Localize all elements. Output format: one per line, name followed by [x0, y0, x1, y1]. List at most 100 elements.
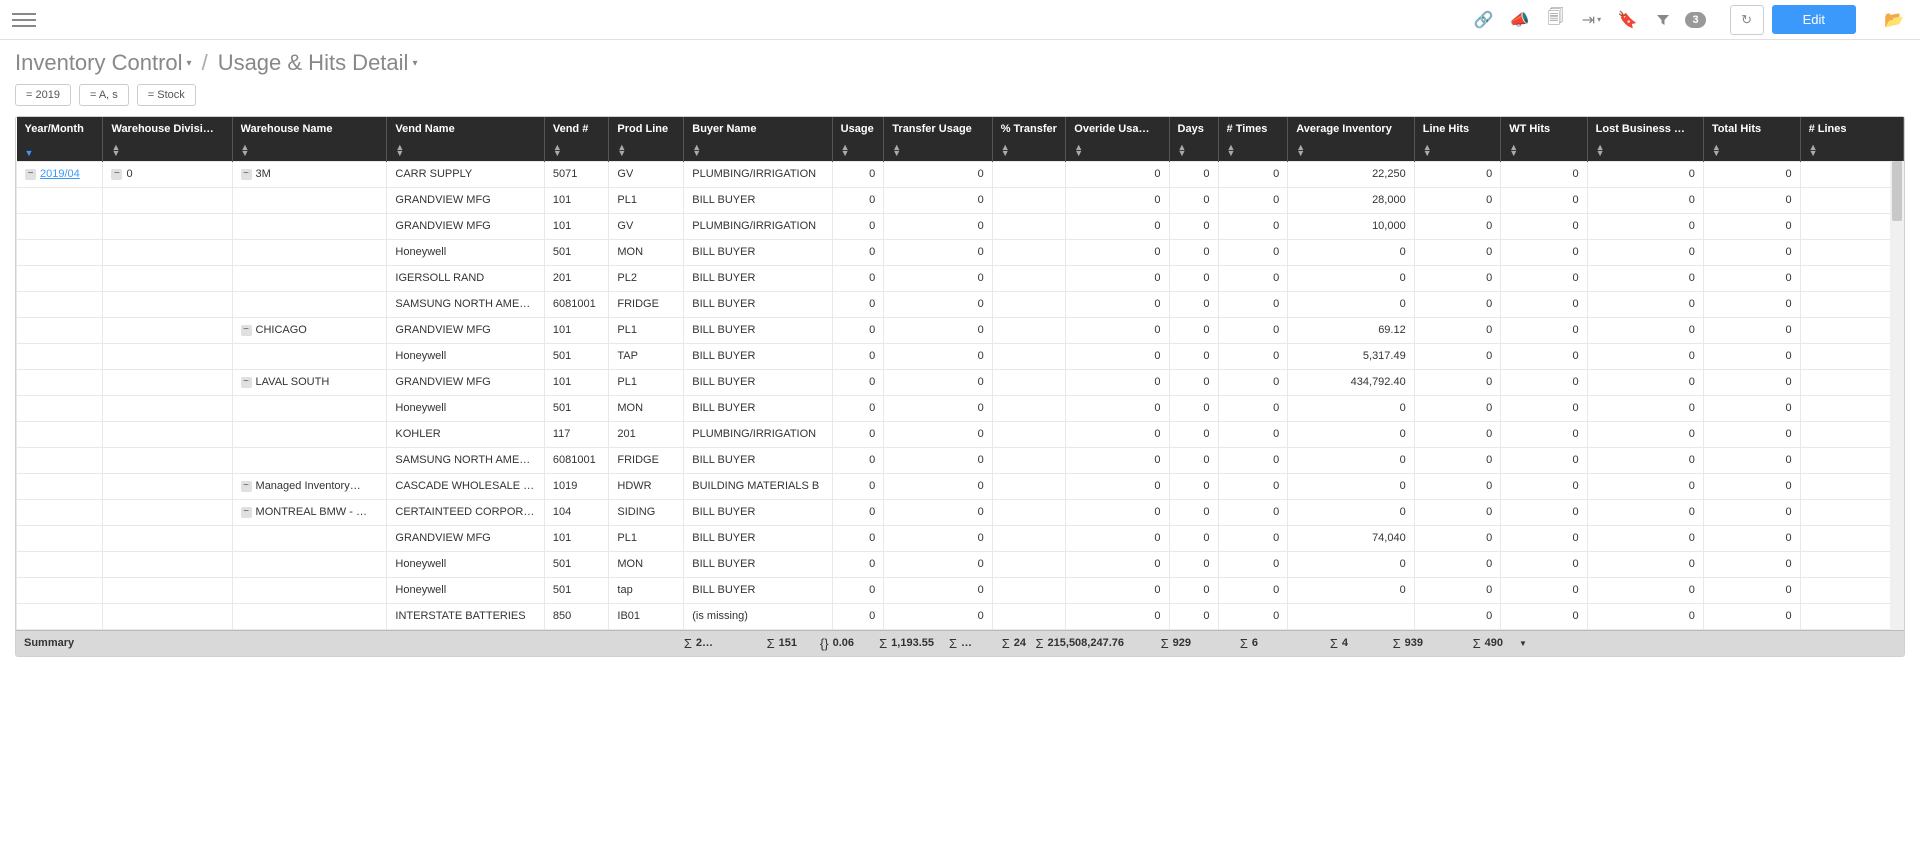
table-row[interactable]: Honeywell501MONBILL BUYER0000000000: [17, 239, 1904, 265]
vertical-scrollbar[interactable]: [1890, 161, 1904, 630]
column-header-lh[interactable]: Line Hits▲▼: [1414, 117, 1500, 161]
export-icon[interactable]: ⇥▾: [1577, 6, 1605, 34]
table-row[interactable]: Honeywell501TAPBILL BUYER000005,317.4900…: [17, 343, 1904, 369]
column-header-ou[interactable]: Overide Usa…▲▼: [1066, 117, 1169, 161]
column-header-lb[interactable]: Lost Business …▲▼: [1587, 117, 1703, 161]
cell-vnum: 501: [544, 577, 609, 603]
sigma-icon: Σ: [1330, 636, 1338, 651]
collapse-icon[interactable]: −: [241, 325, 252, 336]
cell-lb: 0: [1587, 395, 1703, 421]
column-header-vn[interactable]: Vend Name▲▼: [387, 117, 544, 161]
cell-lh: 0: [1414, 187, 1500, 213]
cell-ou: 0: [1066, 369, 1169, 395]
breadcrumb-parent[interactable]: Inventory Control ▾: [15, 50, 192, 76]
table-row[interactable]: −LAVAL SOUTHGRANDVIEW MFG101PL1BILL BUYE…: [17, 369, 1904, 395]
announce-icon[interactable]: 📣: [1505, 6, 1533, 34]
cell-vnum: 6081001: [544, 291, 609, 317]
column-header-tu[interactable]: Transfer Usage▲▼: [884, 117, 992, 161]
table-row[interactable]: GRANDVIEW MFG101PL1BILL BUYER0000028,000…: [17, 187, 1904, 213]
collapse-icon[interactable]: −: [241, 481, 252, 492]
cell-lb: 0: [1587, 421, 1703, 447]
column-header-th[interactable]: Total Hits▲▼: [1703, 117, 1800, 161]
table-row[interactable]: −MONTREAL BMW - …CERTAINTEED CORPOR…104S…: [17, 499, 1904, 525]
collapse-icon[interactable]: −: [25, 169, 36, 180]
table-row[interactable]: INTERSTATE BATTERIES850IB01(is missing)0…: [17, 603, 1904, 629]
cell-u: 0: [832, 343, 884, 369]
cell-wt: 0: [1501, 265, 1587, 291]
refresh-button[interactable]: ↻: [1730, 5, 1764, 35]
column-header-nt[interactable]: # Times▲▼: [1218, 117, 1288, 161]
column-header-ai[interactable]: Average Inventory▲▼: [1288, 117, 1414, 161]
column-header-bn[interactable]: Buyer Name▲▼: [684, 117, 832, 161]
table-row[interactable]: SAMSUNG NORTH AME…6081001FRIDGEBILL BUYE…: [17, 447, 1904, 473]
collapse-icon[interactable]: −: [111, 169, 122, 180]
cell-wn: −MONTREAL BMW - …: [232, 499, 387, 525]
cell-ym: [17, 447, 103, 473]
column-header-ym[interactable]: Year/Month▼: [17, 117, 103, 161]
column-header-nl[interactable]: # Lines▲▼: [1800, 117, 1903, 161]
column-header-pl[interactable]: Prod Line▲▼: [609, 117, 684, 161]
cell-u: 0: [832, 291, 884, 317]
table-row[interactable]: Honeywell501MONBILL BUYER0000000000: [17, 395, 1904, 421]
sigma-icon: Σ: [1473, 636, 1481, 651]
filter-chip[interactable]: = 2019: [15, 84, 71, 106]
cell-vn: INTERSTATE BATTERIES: [387, 603, 544, 629]
cell-d: 0: [1169, 473, 1218, 499]
table-row[interactable]: IGERSOLL RAND201PL2BILL BUYER0000000000: [17, 265, 1904, 291]
cell-nt: 0: [1218, 317, 1288, 343]
column-header-wt[interactable]: WT Hits▲▼: [1501, 117, 1587, 161]
cell-ai: 0: [1288, 291, 1414, 317]
cell-pt: [992, 499, 1066, 525]
edit-button[interactable]: Edit: [1772, 5, 1856, 34]
cell-tu: 0: [884, 317, 992, 343]
column-header-vnum[interactable]: Vend #▲▼: [544, 117, 609, 161]
filter-chips: = 2019 = A, s = Stock: [0, 84, 1920, 116]
cell-ou: 0: [1066, 265, 1169, 291]
year-month-link[interactable]: 2019/04: [40, 168, 80, 180]
copy-icon[interactable]: 🗐: [1541, 6, 1569, 34]
cell-ou: 0: [1066, 525, 1169, 551]
table-row[interactable]: −Managed Inventory…CASCADE WHOLESALE …10…: [17, 473, 1904, 499]
cell-wn: [232, 291, 387, 317]
summary-cell-d: Σ …: [942, 636, 980, 651]
table-row[interactable]: Honeywell501MONBILL BUYER0000000000: [17, 551, 1904, 577]
column-header-d[interactable]: Days▲▼: [1169, 117, 1218, 161]
cell-ai: [1288, 603, 1414, 629]
cell-bn: BILL BUYER: [684, 395, 832, 421]
column-header-u[interactable]: Usage▲▼: [832, 117, 884, 161]
sort-icon: ▲▼: [692, 144, 701, 157]
filter-chip[interactable]: = Stock: [137, 84, 196, 106]
column-header-wd[interactable]: Warehouse Divisi…▲▼: [103, 117, 232, 161]
cell-ai: 0: [1288, 447, 1414, 473]
cell-wt: 0: [1501, 525, 1587, 551]
collapse-icon[interactable]: −: [241, 377, 252, 388]
cell-d: 0: [1169, 317, 1218, 343]
cell-wd: −0: [103, 161, 232, 187]
table-row[interactable]: SAMSUNG NORTH AME…6081001FRIDGEBILL BUYE…: [17, 291, 1904, 317]
filter-chip[interactable]: = A, s: [79, 84, 129, 106]
collapse-icon[interactable]: −: [241, 169, 252, 180]
cell-u: 0: [832, 213, 884, 239]
table-row[interactable]: GRANDVIEW MFG101GVPLUMBING/IRRIGATION000…: [17, 213, 1904, 239]
filter-icon[interactable]: [1649, 6, 1677, 34]
folder-icon[interactable]: 📂: [1880, 6, 1908, 34]
column-header-wn[interactable]: Warehouse Name▲▼: [232, 117, 387, 161]
table-row[interactable]: KOHLER117201PLUMBING/IRRIGATION000000000…: [17, 421, 1904, 447]
column-header-pt[interactable]: % Transfer▲▼: [992, 117, 1066, 161]
table-row[interactable]: Honeywell501tapBILL BUYER0000000000: [17, 577, 1904, 603]
cell-pl: PL1: [609, 317, 684, 343]
breadcrumb-current[interactable]: Usage & Hits Detail ▾: [218, 50, 418, 76]
cell-lh: 0: [1414, 603, 1500, 629]
scrollbar-thumb[interactable]: [1892, 161, 1902, 221]
collapse-icon[interactable]: −: [241, 507, 252, 518]
cell-wn: −CHICAGO: [232, 317, 387, 343]
link-icon[interactable]: 🔗: [1469, 6, 1497, 34]
table-row[interactable]: −2019/04−0−3MCARR SUPPLY5071GVPLUMBING/I…: [17, 161, 1904, 187]
cell-wd: [103, 291, 232, 317]
chevron-down-icon[interactable]: ▼: [1519, 639, 1527, 648]
menu-icon[interactable]: [12, 8, 36, 32]
table-row[interactable]: −CHICAGOGRANDVIEW MFG101PL1BILL BUYER000…: [17, 317, 1904, 343]
bookmark-icon[interactable]: 🔖: [1613, 6, 1641, 34]
cell-lh: 0: [1414, 447, 1500, 473]
table-row[interactable]: GRANDVIEW MFG101PL1BILL BUYER0000074,040…: [17, 525, 1904, 551]
